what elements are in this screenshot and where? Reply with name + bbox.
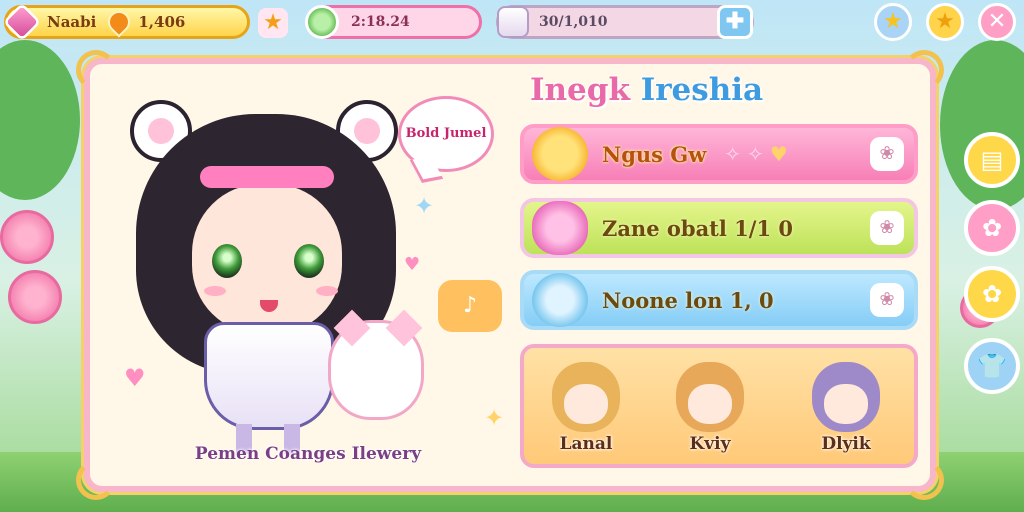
member-name: Kviy bbox=[689, 434, 731, 454]
member-name: Lanal bbox=[559, 434, 613, 454]
close-icon: ✕ bbox=[987, 9, 1007, 34]
bean-icon bbox=[532, 201, 588, 255]
title-part-1: Inegk bbox=[530, 72, 630, 108]
player-name: Naabi bbox=[47, 13, 97, 31]
stat-row-2[interactable]: Zane obatl 1/1 0 ❀ bbox=[520, 198, 918, 258]
member-face bbox=[824, 384, 868, 424]
add-button[interactable]: ✚ bbox=[717, 5, 753, 39]
star-button[interactable]: ★ bbox=[258, 8, 288, 38]
coin-count: 1,406 bbox=[138, 13, 186, 31]
corner-ornament bbox=[904, 50, 944, 90]
member-face bbox=[688, 384, 732, 424]
team-member[interactable]: Dlyik bbox=[796, 354, 896, 466]
heart-icon: ♥ bbox=[404, 254, 421, 275]
shirt-icon: 👕 bbox=[977, 352, 1007, 380]
panel-title: Inegk Ireshia bbox=[530, 72, 830, 108]
title-part-2: Ireshia bbox=[640, 72, 764, 108]
sparkle-icon: ✦ bbox=[484, 404, 505, 432]
character-caption: Pemen Coanges Ilewery bbox=[194, 444, 422, 464]
collection-progress[interactable]: 30/1,010 ✚ bbox=[496, 5, 754, 39]
sparkle-icon: ✦ bbox=[414, 192, 435, 220]
player-status[interactable]: Naabi 1,406 bbox=[2, 2, 250, 42]
team-roster: Lanal Kviy Dlyik bbox=[520, 344, 918, 468]
cup-icon bbox=[305, 5, 339, 39]
member-face bbox=[564, 384, 608, 424]
blue-cat-icon bbox=[532, 273, 588, 327]
achievements-button[interactable]: ★ bbox=[926, 3, 964, 41]
stat-row-1[interactable]: Ngus Gw ✧✧♥ ❀ bbox=[520, 124, 918, 184]
gem-icon bbox=[2, 2, 42, 42]
chat-bubble-icon: ♪ bbox=[438, 280, 502, 332]
rose-decoration bbox=[0, 210, 54, 264]
cat-icon bbox=[532, 127, 588, 181]
side-flower-button-2[interactable]: ✿ bbox=[964, 266, 1020, 322]
member-name: Dlyik bbox=[821, 434, 871, 454]
progress-value: 30/1,010 bbox=[539, 14, 608, 30]
flower-icon: ✿ bbox=[981, 214, 1003, 242]
side-flower-button[interactable]: ✿ bbox=[964, 200, 1020, 256]
paw-icon: ❀ bbox=[870, 137, 904, 171]
stat-label: Zane obatl 1/1 0 bbox=[602, 215, 793, 241]
character-eye-right bbox=[294, 244, 324, 278]
ghost-icon: ❀ bbox=[870, 211, 904, 245]
team-member[interactable]: Lanal bbox=[536, 354, 636, 466]
favorites-button[interactable]: ★ bbox=[874, 3, 912, 41]
blush-left bbox=[204, 286, 226, 296]
close-button[interactable]: ✕ bbox=[978, 3, 1016, 41]
energy-value: 2:18.24 bbox=[351, 14, 410, 30]
sparkle-icon: ✧✧♥ bbox=[724, 142, 794, 166]
pink-headband bbox=[200, 166, 334, 188]
star-icon: ★ bbox=[935, 9, 955, 34]
coin-icon bbox=[103, 6, 135, 38]
side-card-button[interactable]: ▤ bbox=[964, 132, 1020, 188]
pet-ear bbox=[385, 309, 423, 347]
character-dress bbox=[204, 322, 334, 430]
character-portrait[interactable]: Bold Jumel ♪ ♥ ♥ ✦ ✦ Pemen Coanges Ilewe… bbox=[104, 74, 514, 484]
side-shirt-button[interactable]: 👕 bbox=[964, 338, 1020, 394]
pet-cat bbox=[328, 309, 424, 420]
speech-bubble: Bold Jumel bbox=[398, 96, 494, 172]
character-eye-left bbox=[212, 244, 242, 278]
stat-row-3[interactable]: Noone lon 1, 0 ❀ bbox=[520, 270, 918, 330]
speech-text: Bold Jumel bbox=[405, 125, 487, 141]
card-icon: ▤ bbox=[980, 146, 1004, 174]
stat-label: Ngus Gw bbox=[602, 141, 707, 167]
team-member[interactable]: Kviy bbox=[660, 354, 760, 466]
character-panel: Bold Jumel ♪ ♥ ♥ ✦ ✦ Pemen Coanges Ilewe… bbox=[76, 50, 944, 500]
flower-icon: ✿ bbox=[981, 280, 1003, 308]
box-icon bbox=[497, 6, 529, 38]
paw-icon: ❀ bbox=[870, 283, 904, 317]
blush-right bbox=[316, 286, 338, 296]
energy-counter[interactable]: 2:18.24 bbox=[305, 5, 482, 39]
stat-label: Noone lon 1, 0 bbox=[602, 287, 774, 313]
star-icon: ★ bbox=[883, 9, 903, 34]
tree-left bbox=[0, 40, 80, 200]
top-bar: Naabi 1,406 ★ 2:18.24 30/1,010 ✚ ★ ★ ✕ bbox=[0, 0, 1024, 46]
heart-icon: ♥ bbox=[124, 364, 146, 392]
rose-decoration bbox=[8, 270, 62, 324]
